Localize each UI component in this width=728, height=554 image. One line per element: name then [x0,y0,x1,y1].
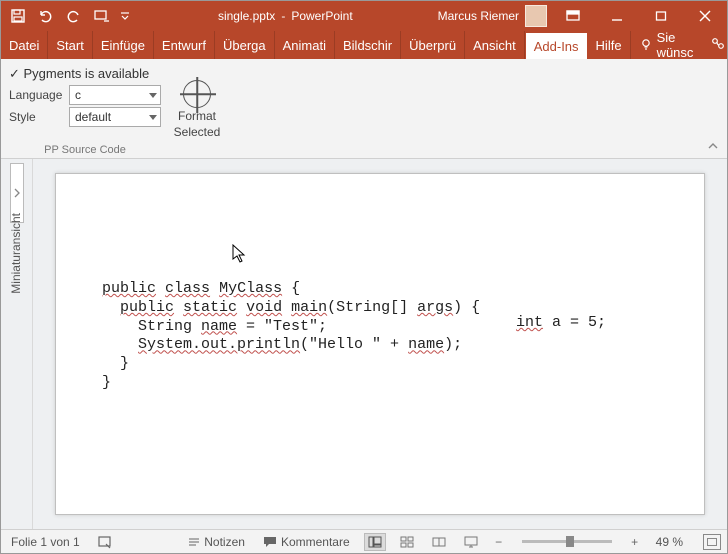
thumbnail-pane-collapsed: Miniaturansicht [1,159,33,529]
thumbnail-pane-label: Miniaturansicht [9,207,23,300]
undo-button[interactable] [33,2,59,30]
tab-einfuegen[interactable]: Einfüge [93,31,154,59]
style-combo[interactable]: default [69,107,161,127]
spellcheck-status[interactable] [94,535,118,549]
zoom-slider[interactable] [522,540,612,543]
tab-hilfe[interactable]: Hilfe [588,31,631,59]
zoom-in-button[interactable]: + [628,535,642,549]
tab-entwurf[interactable]: Entwurf [154,31,215,59]
code-text-side[interactable]: int a = 5; [516,314,606,331]
zoom-level[interactable]: 49 % [652,535,687,549]
tab-animationen[interactable]: Animati [275,31,335,59]
document-filename: single.pptx [218,9,275,23]
ribbon: ✓ Pygments is available Language c Style… [1,59,727,159]
account-area[interactable]: Marcus Riemer [438,5,551,27]
close-button[interactable] [683,1,727,31]
tab-uebergange[interactable]: Überga [215,31,275,59]
collapse-ribbon-button[interactable] [707,141,719,154]
redo-button[interactable] [61,2,87,30]
reading-view-button[interactable] [428,533,450,551]
ribbon-tabs: Datei Start Einfüge Entwurf Überga Anima… [1,31,727,59]
work-area: Miniaturansicht public class MyClass { p… [1,159,727,529]
chevron-down-icon [149,93,157,98]
fit-to-window-button[interactable] [703,534,721,550]
language-combo-value: c [75,88,81,102]
code-text-main[interactable]: public class MyClass { public static voi… [102,280,480,393]
mouse-cursor-icon [232,244,248,264]
share-icon [711,37,725,54]
user-name: Marcus Riemer [438,9,519,23]
chevron-down-icon [149,115,157,120]
zoom-slider-thumb[interactable] [566,536,574,547]
lightbulb-icon [639,37,653,54]
quick-access-toolbar [1,2,133,30]
format-selected-button[interactable]: Format Selected [169,59,225,158]
slide-sorter-view-button[interactable] [396,533,418,551]
comments-button[interactable]: Kommentare [259,535,354,549]
normal-view-button[interactable] [364,533,386,551]
tab-addins[interactable]: Add-Ins [525,32,588,60]
ribbon-display-options-button[interactable] [551,1,595,31]
style-combo-value: default [75,110,111,124]
target-icon [183,80,211,108]
slide-canvas[interactable]: public class MyClass { public static voi… [55,173,705,515]
start-from-beginning-button[interactable] [89,2,115,30]
pygments-available-label: ✓ Pygments is available [9,63,161,84]
tab-ansicht[interactable]: Ansicht [465,31,525,59]
status-bar: Folie 1 von 1 Notizen Kommentare − + 49 … [1,529,727,553]
tab-datei[interactable]: Datei [1,31,48,59]
ribbon-group-ppsourcecode: ✓ Pygments is available Language c Style… [1,59,169,158]
slide-counter[interactable]: Folie 1 von 1 [7,535,84,549]
language-label: Language [9,88,65,102]
save-button[interactable] [5,2,31,30]
minimize-button[interactable] [595,1,639,31]
ribbon-group-name: PP Source Code [9,141,161,156]
window-title: single.pptx - PowerPoint [133,9,438,23]
tab-start[interactable]: Start [48,31,92,59]
tell-me-search[interactable]: Sie wünsc [631,31,702,59]
titlebar: single.pptx - PowerPoint Marcus Riemer [1,1,727,31]
slideshow-view-button[interactable] [460,533,482,551]
slide-editor[interactable]: public class MyClass { public static voi… [33,159,727,529]
app-name: PowerPoint [291,9,352,23]
maximize-button[interactable] [639,1,683,31]
avatar [525,5,547,27]
tab-ueberpruefen[interactable]: Überprü [401,31,465,59]
language-combo[interactable]: c [69,85,161,105]
notes-button[interactable]: Notizen [184,535,249,549]
share-button[interactable]: Teilen [701,31,728,59]
tab-bildschirm[interactable]: Bildschir [335,31,401,59]
qat-customize-button[interactable] [117,2,133,30]
style-label: Style [9,110,65,124]
zoom-out-button[interactable]: − [492,535,506,549]
